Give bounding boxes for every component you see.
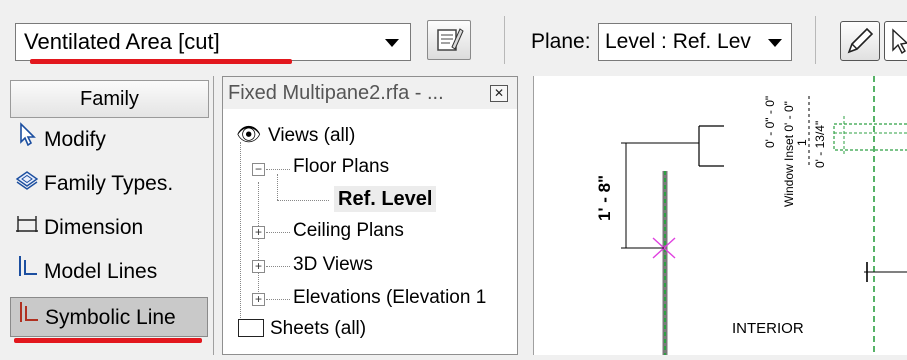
tree-line [240,142,241,332]
expand-toggle-icon[interactable]: + [252,226,265,239]
type-selector-value: Ventilated Area [cut] [24,29,220,54]
type-selector-dropdown[interactable]: Ventilated Area [cut] [15,23,411,61]
toolbar-separator [815,16,816,64]
family-types-tool-label: Family Types. [44,172,174,195]
pick-lines-button[interactable] [884,21,907,61]
symbolic-lines-tool-label: Symbolic Line [45,306,176,329]
modify-tool-label: Modify [44,128,106,151]
symbolic-lines-icon [11,298,45,336]
tree-item-views-label: Views (all) [268,125,356,146]
tree-item-views[interactable]: 👁 Views (all) [236,122,355,147]
chevron-down-icon[interactable] [763,24,785,60]
expand-toggle-icon[interactable]: + [252,260,265,273]
tree-item-floor-plans[interactable]: Floor Plans [293,156,389,178]
annotation-underline [30,59,292,64]
tree-item-ceiling-plans[interactable]: Ceiling Plans [293,220,404,242]
model-lines-tool[interactable]: Model Lines [10,252,208,292]
tree-item-sheets[interactable]: Sheets (all) [238,318,366,340]
properties-button[interactable] [427,20,471,60]
family-tab[interactable]: Family [10,80,209,118]
family-types-tool[interactable]: Family Types. [10,164,208,204]
tree-line [277,200,329,201]
tree-item-elevations[interactable]: Elevations (Elevation 1 [293,287,515,309]
properties-icon [437,28,464,51]
tree-line [258,182,259,300]
tree-line [266,299,290,300]
canvas-drawing: 1' - 8" 0' - 0" - 0" Window Inset 0' - 0… [595,76,907,355]
work-plane-dropdown[interactable]: Level : Ref. Lev [598,23,792,61]
tree-item-ref-level[interactable]: Ref. Level [334,186,437,212]
modify-tool[interactable]: Modify [10,120,208,160]
dimension-vertical-text: 1' - 8" [595,175,614,221]
dimension-zero-text: 0' - 0" - 0" [763,96,777,148]
eye-icon: 👁 [236,124,262,146]
plane-label: Plane: [531,30,591,53]
sheet-icon [238,319,264,337]
dimension-window-inset-text: Window Inset 0' - 0" [782,101,796,207]
dimension-one-text: 1 [795,139,809,146]
dimension-tool[interactable]: Dimension [10,208,208,248]
cursor-arrow-icon [10,120,44,160]
model-lines-tool-label: Model Lines [44,260,158,283]
edit-pencil-button[interactable] [840,21,880,61]
collapse-toggle-icon[interactable]: − [252,163,265,176]
tree-line [266,232,290,233]
tree-line [266,169,290,170]
tree-line [266,266,290,267]
chevron-down-icon[interactable] [380,24,404,60]
expand-toggle-icon[interactable]: + [252,293,265,306]
pencil-icon [847,27,874,54]
project-browser [222,76,518,355]
family-types-icon [10,164,44,204]
interior-label: INTERIOR [732,320,804,337]
drawing-canvas[interactable]: 1' - 8" 0' - 0" - 0" Window Inset 0' - 0… [533,76,907,355]
toolbar-separator [504,16,505,64]
close-icon[interactable]: ✕ [490,85,508,102]
annotation-underline [14,338,202,343]
tree-line [277,174,278,200]
dimension-tool-label: Dimension [44,216,144,239]
tree-item-3d-views[interactable]: 3D Views [293,254,373,276]
dimension-icon [10,208,44,248]
dimension-small-text: 0' - 13/4" [813,121,827,168]
work-plane-value: Level : Ref. Lev [605,30,751,53]
model-lines-icon [10,252,44,292]
project-browser-title: Fixed Multipane2.rfa - ... [223,77,517,109]
symbolic-lines-tool[interactable]: Symbolic Line [10,297,208,337]
tree-item-sheets-label: Sheets (all) [270,318,367,339]
cursor-arrow-icon [892,28,907,55]
